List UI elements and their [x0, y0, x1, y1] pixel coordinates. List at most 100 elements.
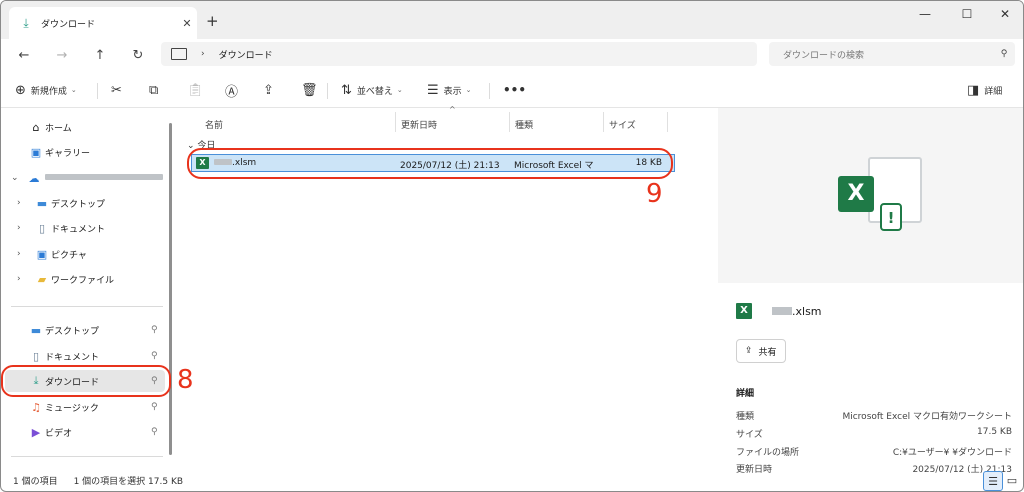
more-options-button[interactable]: ••• — [503, 81, 526, 99]
sidebar-item-pictures[interactable]: › ▣ ピクチャ — [1, 243, 167, 265]
chevron-right-icon[interactable]: › — [17, 198, 21, 208]
cut-button[interactable]: ✂ — [111, 81, 127, 99]
column-divider[interactable] — [667, 112, 668, 132]
chevron-right-icon[interactable]: › — [17, 249, 21, 259]
sidebar-item-home[interactable]: ⌂ ホーム — [1, 116, 167, 138]
chevron-down-icon: ⌄ — [465, 86, 472, 94]
column-header-modified[interactable]: 更新日時 — [401, 114, 437, 134]
details-heading: 詳細 — [736, 389, 755, 399]
chevron-down-icon[interactable]: ⌄ — [11, 173, 19, 183]
column-divider[interactable] — [603, 112, 604, 132]
share-icon: ⇪ — [745, 346, 753, 356]
breadcrumb-location[interactable]: ダウンロード — [219, 48, 273, 61]
excel-file-icon: X — [736, 303, 752, 319]
toolbar-divider — [97, 83, 98, 99]
pin-icon[interactable]: ⚲ — [151, 402, 158, 412]
refresh-button[interactable]: ↻ — [127, 45, 149, 65]
maximize-button[interactable]: ☐ — [947, 1, 987, 27]
copy-button[interactable]: ⧉ — [149, 81, 163, 99]
folder-icon: ▰ — [37, 272, 47, 286]
new-button[interactable]: ⊕ 新規作成 ⌄ — [15, 81, 77, 99]
pin-icon[interactable]: ⚲ — [151, 351, 158, 361]
pin-icon[interactable]: ⚲ — [151, 325, 158, 335]
sidebar-item-work-files[interactable]: › ▰ ワークファイル — [1, 268, 167, 290]
detail-row-size: サイズ 17.5 KB — [736, 427, 1012, 441]
toolbar-divider — [489, 83, 490, 99]
delete-button[interactable]: 🗑︎ — [301, 81, 323, 99]
chevron-down-icon: ⌄ — [396, 86, 403, 94]
sort-ascending-icon: ^ — [449, 105, 456, 114]
sidebar-item-label: デスクトップ — [51, 199, 106, 210]
video-icon: ▶ — [31, 425, 41, 439]
sidebar-item-label: ギャラリー — [45, 148, 91, 159]
detail-key: サイズ — [736, 430, 763, 440]
chevron-right-icon[interactable]: › — [201, 49, 205, 59]
detail-key: ファイルの場所 — [736, 448, 800, 458]
toolbar-divider — [327, 83, 328, 99]
status-bar: 1 個の項目 1 個の項目を選択 17.5 KB — [1, 469, 1023, 491]
quick-access-desktop[interactable]: ▬ デスクトップ ⚲ — [1, 319, 167, 341]
detail-value: C:¥ユーザー¥ ¥ダウンロード — [892, 448, 1012, 458]
column-header-name[interactable]: 名前 — [205, 114, 223, 134]
detail-value: 17.5 KB — [977, 427, 1012, 437]
command-bar: ⊕ 新規作成 ⌄ ✂ ⧉ 📋︎ Ⓐ ⇪ 🗑︎ ⇅ 並べ替え ⌄ ☰ 表示 ⌄ •… — [1, 73, 1023, 108]
detail-row-location: ファイルの場所 C:¥ユーザー¥ ¥ダウンロード — [736, 445, 1012, 459]
column-header-size[interactable]: サイズ — [609, 114, 636, 134]
sidebar-item-onedrive[interactable]: ⌄ ☁ — [1, 167, 167, 189]
pc-icon — [171, 48, 187, 60]
details-label: 詳細 — [984, 86, 1003, 97]
gallery-icon: ▣ — [30, 145, 42, 159]
details-pane-button[interactable]: ◨ 詳細 — [967, 81, 1002, 99]
share-button[interactable]: ⇪ 共有 — [736, 339, 786, 363]
tab-downloads[interactable]: ⤓ ダウンロード ✕ — [9, 7, 197, 39]
close-tab-icon[interactable]: ✕ — [177, 17, 197, 30]
quick-access-music[interactable]: ♫ ミュージック ⚲ — [1, 396, 167, 418]
desktop-icon: ▬ — [30, 323, 42, 337]
sidebar-scrollbar[interactable] — [169, 123, 172, 455]
details-pane: X ! X .xlsm ⇪ 共有 詳細 種類 Microsoft Excel マ… — [718, 108, 1023, 475]
tab-title: ダウンロード — [41, 19, 96, 30]
column-divider[interactable] — [509, 112, 510, 132]
sort-button[interactable]: ⇅ 並べ替え ⌄ — [341, 81, 403, 99]
quick-access-videos[interactable]: ▶ ビデオ ⚲ — [1, 421, 167, 443]
file-explorer-window: ⤓ ダウンロード ✕ + — ☐ ✕ ← → ↑ ↻ › ダウンロード ダウンロ… — [0, 0, 1024, 492]
chevron-right-icon[interactable]: › — [17, 223, 21, 233]
sidebar-item-gallery[interactable]: ▣ ギャラリー — [1, 141, 167, 163]
sidebar-item-documents[interactable]: › ▯ ドキュメント — [1, 217, 167, 239]
annotation-highlight-9 — [187, 148, 673, 179]
minimize-button[interactable]: — — [905, 1, 945, 27]
details-view-button[interactable]: ☰ — [983, 471, 1003, 491]
pin-icon[interactable]: ⚲ — [151, 427, 158, 437]
share-toolbar-button[interactable]: ⇪ — [263, 81, 279, 99]
view-button[interactable]: ☰ 表示 ⌄ — [427, 81, 472, 99]
title-bar: ⤓ ダウンロード ✕ + — ☐ ✕ — [1, 1, 1023, 39]
back-button[interactable]: ← — [13, 45, 35, 65]
tiles-view-button[interactable]: ▭ — [1003, 471, 1021, 489]
preview-file-name: X .xlsm — [736, 303, 822, 319]
sidebar-item-desktop[interactable]: › ▬ デスクトップ — [1, 192, 167, 214]
desktop-icon: ▬ — [36, 196, 48, 210]
sidebar-item-label: ドキュメント — [45, 352, 100, 363]
search-box[interactable]: ダウンロードの検索 ⚲ — [769, 42, 1015, 66]
up-button[interactable]: ↑ — [89, 45, 111, 65]
close-window-button[interactable]: ✕ — [985, 1, 1023, 27]
column-divider[interactable] — [395, 112, 396, 132]
search-input[interactable]: ダウンロードの検索 — [783, 48, 993, 61]
redacted-account-name — [45, 173, 163, 183]
new-tab-button[interactable]: + — [206, 12, 219, 30]
column-header-type[interactable]: 種類 — [515, 114, 533, 134]
picture-icon: ▣ — [36, 247, 48, 261]
sidebar-item-label: ビデオ — [45, 428, 73, 439]
cloud-icon: ☁ — [28, 171, 40, 185]
address-bar[interactable]: › ダウンロード — [161, 42, 757, 66]
trash-icon: 🗑︎ — [301, 82, 318, 98]
chevron-right-icon[interactable]: › — [17, 274, 21, 284]
details-pane-icon: ◨ — [967, 82, 980, 98]
chevron-down-icon: ⌄ — [70, 86, 77, 94]
forward-button[interactable]: → — [51, 45, 73, 65]
paste-button[interactable]: 📋︎ — [187, 81, 209, 99]
document-icon: ▯ — [38, 221, 46, 235]
rename-button[interactable]: Ⓐ — [225, 81, 243, 100]
quick-access-documents[interactable]: ▯ ドキュメント ⚲ — [1, 345, 167, 367]
tiles-view-icon: ▭ — [1006, 473, 1018, 487]
